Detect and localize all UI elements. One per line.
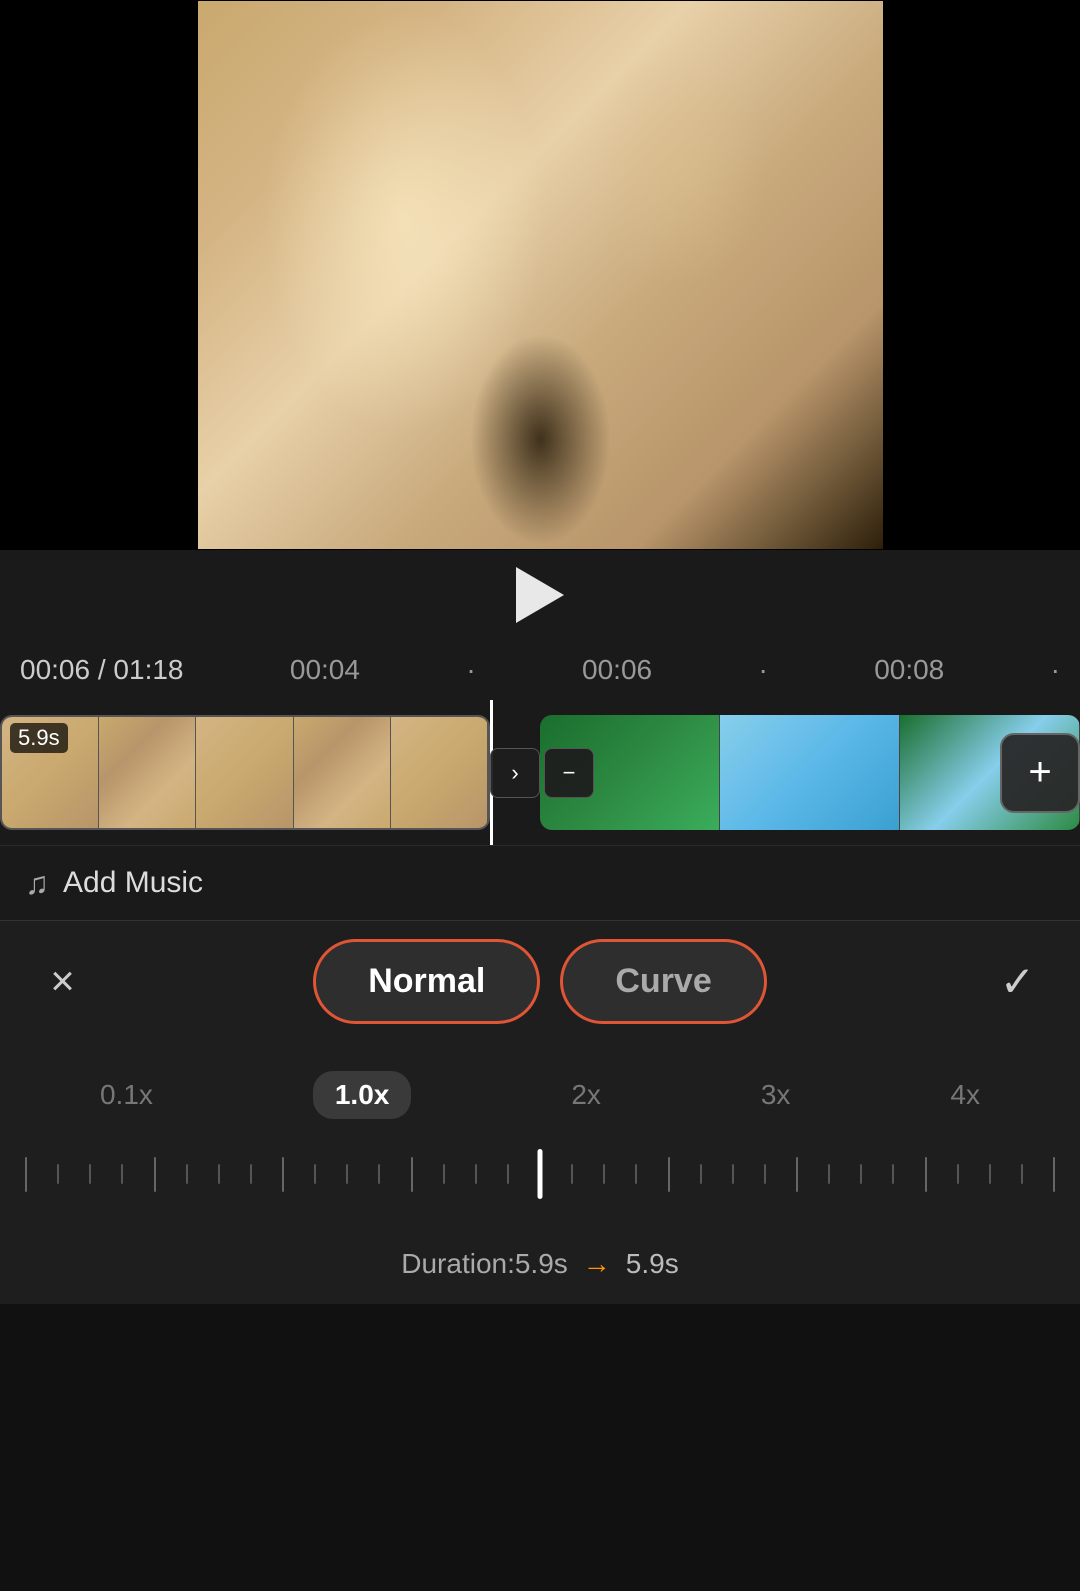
tick xyxy=(828,1164,830,1184)
beach-thumb-2 xyxy=(720,715,900,830)
tick xyxy=(218,1164,220,1184)
bottom-panel: × Normal Curve ✓ 0.1x 1.0x 2x 3x 4x xyxy=(0,920,1080,1304)
tick xyxy=(507,1164,509,1184)
tick xyxy=(186,1164,188,1184)
clip-thumb-2 xyxy=(99,717,196,828)
close-icon: × xyxy=(50,957,75,1005)
dot-1: · xyxy=(466,654,475,686)
clip-thumb-4 xyxy=(294,717,391,828)
tick xyxy=(282,1157,284,1192)
tick xyxy=(475,1164,477,1184)
duration-row: Duration:5.9s → 5.9s xyxy=(0,1224,1080,1304)
timeline-timestamps: 00:06 / 01:18 00:04 · 00:06 · 00:08 · xyxy=(20,654,1060,686)
tick xyxy=(635,1164,637,1184)
tick xyxy=(603,1164,605,1184)
playback-controls xyxy=(0,550,1080,640)
tick xyxy=(668,1157,670,1192)
check-icon: ✓ xyxy=(1000,957,1035,1006)
tick xyxy=(411,1157,413,1192)
tick xyxy=(443,1164,445,1184)
play-button[interactable] xyxy=(516,567,564,623)
dot-3: · xyxy=(1051,654,1060,686)
speed-4x: 4x xyxy=(950,1079,980,1111)
current-time: 00:06 / 01:18 xyxy=(20,654,184,686)
tick xyxy=(925,1157,927,1192)
clip-segment-2[interactable] xyxy=(540,715,1080,830)
clip-duration-badge: 5.9s xyxy=(10,723,68,753)
tick xyxy=(1053,1157,1055,1192)
video-preview xyxy=(0,0,1080,550)
tick xyxy=(764,1164,766,1184)
slider-ticks xyxy=(20,1149,1060,1199)
tick xyxy=(892,1164,894,1184)
tick xyxy=(700,1164,702,1184)
duration-value: 5.9s xyxy=(626,1248,679,1280)
tick xyxy=(57,1164,59,1184)
clip-thumb-5 xyxy=(391,717,488,828)
duration-label: Duration:5.9s xyxy=(401,1248,568,1280)
speed-labels: 0.1x 1.0x 2x 3x 4x xyxy=(20,1071,1060,1119)
clip-segment-1[interactable]: 5.9s xyxy=(0,715,490,830)
tick xyxy=(989,1164,991,1184)
tick xyxy=(314,1164,316,1184)
add-music-bar[interactable]: ♫ Add Music xyxy=(0,845,1080,920)
confirm-button[interactable]: ✓ xyxy=(985,949,1050,1014)
timeline-container: 00:06 / 01:18 00:04 · 00:06 · 00:08 · xyxy=(0,640,1080,700)
transition-minus-btn[interactable]: − xyxy=(544,748,594,798)
curve-tab[interactable]: Curve xyxy=(560,939,766,1024)
tick xyxy=(796,1157,798,1192)
close-button[interactable]: × xyxy=(30,949,95,1014)
add-clip-button[interactable]: + xyxy=(1000,733,1080,813)
clip-area: 5.9s › − + xyxy=(0,700,1080,845)
tick xyxy=(346,1164,348,1184)
speed-1.0x-active: 1.0x xyxy=(313,1071,412,1119)
mode-tabs-row: × Normal Curve ✓ xyxy=(0,921,1080,1041)
tick xyxy=(571,1164,573,1184)
timestamp-3: 00:08 xyxy=(874,654,944,686)
timestamp-2: 00:06 xyxy=(582,654,652,686)
music-icon: ♫ xyxy=(25,865,49,902)
tick xyxy=(89,1164,91,1184)
tick xyxy=(860,1164,862,1184)
clip-thumb-row xyxy=(2,717,488,828)
speed-0.1x: 0.1x xyxy=(100,1079,153,1111)
tick xyxy=(250,1164,252,1184)
add-music-label: Add Music xyxy=(63,866,203,900)
speed-section: 0.1x 1.0x 2x 3x 4x xyxy=(0,1041,1080,1224)
speed-slider-track[interactable] xyxy=(20,1144,1060,1204)
dot-2: · xyxy=(758,654,767,686)
tick xyxy=(121,1164,123,1184)
speed-3x: 3x xyxy=(761,1079,791,1111)
normal-tab[interactable]: Normal xyxy=(313,939,540,1024)
mode-tabs: Normal Curve xyxy=(313,939,767,1024)
tick xyxy=(378,1164,380,1184)
tick xyxy=(732,1164,734,1184)
tick xyxy=(1021,1164,1023,1184)
tick xyxy=(25,1157,27,1192)
video-frame xyxy=(198,1,883,549)
tick xyxy=(154,1157,156,1192)
transition-forward-btn[interactable]: › xyxy=(490,748,540,798)
slider-thumb[interactable] xyxy=(538,1149,543,1199)
tick xyxy=(957,1164,959,1184)
duration-arrow: → xyxy=(583,1248,611,1280)
timestamp-1: 00:04 xyxy=(290,654,360,686)
transition-buttons: › − xyxy=(490,748,594,798)
clip-thumb-3 xyxy=(196,717,293,828)
speed-2x: 2x xyxy=(571,1079,601,1111)
